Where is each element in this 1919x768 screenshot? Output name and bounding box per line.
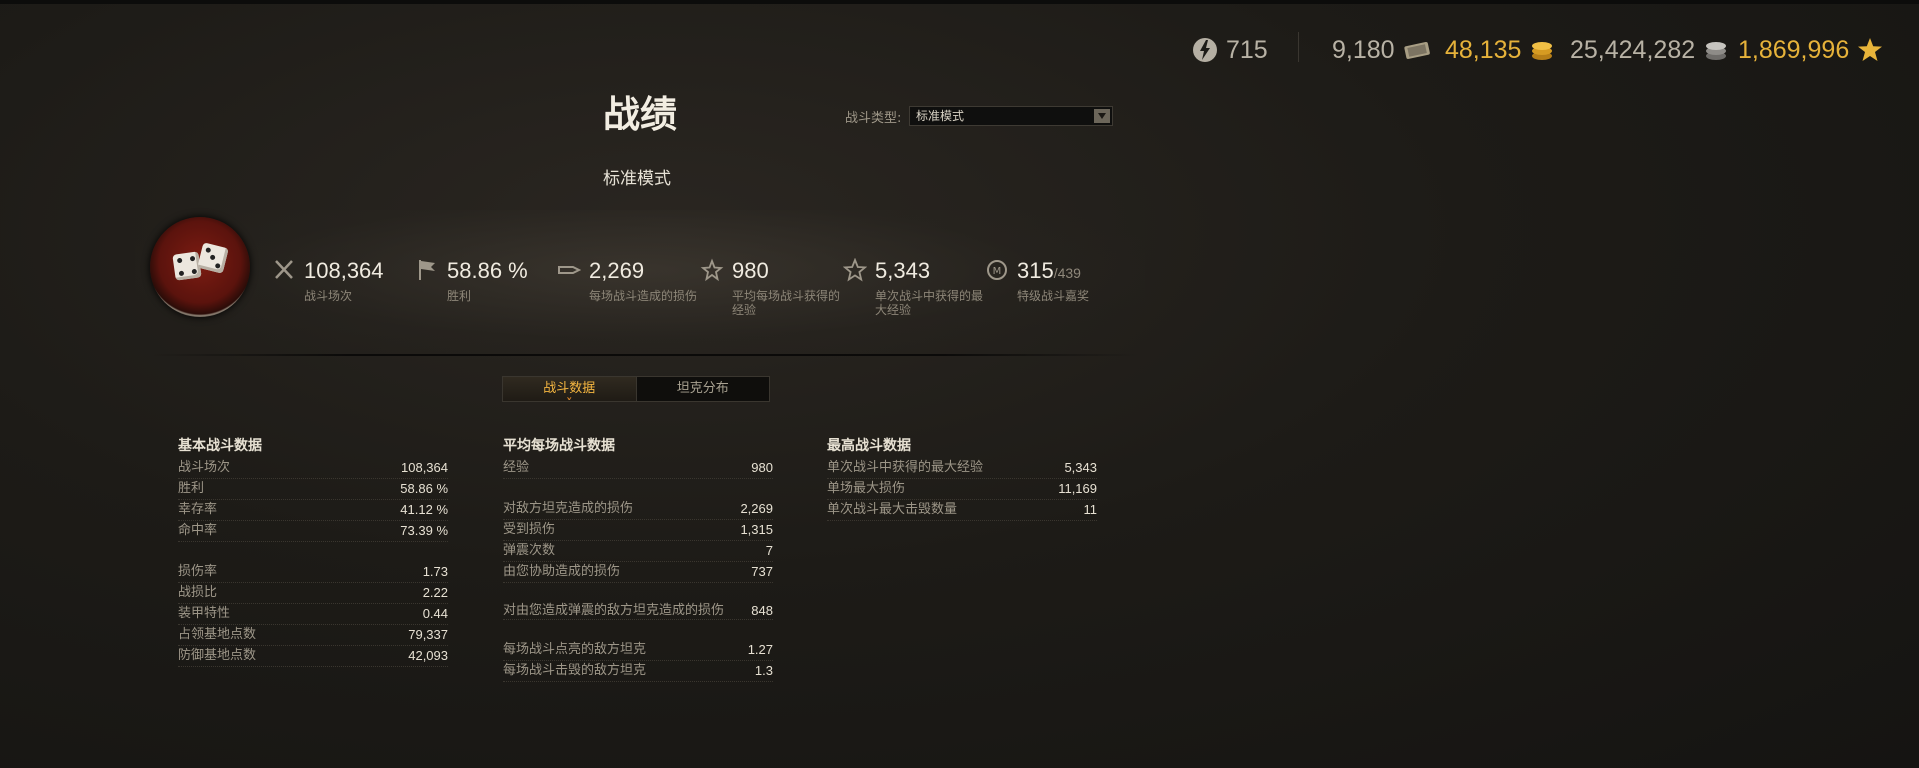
basic-stats-table: 基本战斗数据 战斗场次 108,364 胜利 58.86 % 幸存率 41.12 % … [178,436,448,667]
star-icon [1858,38,1883,61]
table-row: 单次战斗中获得的最大经验 5,343 [827,458,1097,479]
table-row: 胜利 58.86 % [178,479,448,500]
table-row: 占领基地点数 79,337 [178,625,448,646]
stat-label: 特级战斗嘉奖 [1017,289,1090,303]
gold-coins-icon [1532,42,1553,60]
stat-label: 胜利 [447,289,472,303]
table-row: 弹震次数 7 [503,541,773,562]
stat-value: 315/439 [1017,258,1081,283]
bonds-icon [1403,42,1430,59]
stat-label: 每场战斗造成的损伤 [589,289,698,303]
stat-label: 平均每场战斗获得的经验 [732,289,841,317]
table-row: 单场最大损伤 11,169 [827,479,1097,500]
shell-icon [558,266,581,274]
table-row: 单次战斗最大击毁数量 11 [827,500,1097,521]
gold-value: 48,135 [1445,35,1522,64]
section-title: 基本战斗数据 [178,438,262,454]
battle-type-value: 标准模式 [916,109,965,123]
credits-value: 25,424,282 [1570,35,1696,64]
bonds-display: 9,180 [1332,30,1433,70]
stat-value: 58.86 % [447,258,528,283]
free-xp-value: 715 [1226,35,1268,64]
svg-text:M: M [993,266,1002,277]
battle-type-label: 战斗类型: [845,111,902,126]
star-wings-icon [700,258,724,282]
flag-icon [419,260,435,280]
table-row: 对敌方坦克造成的损伤 2,269 [503,499,773,520]
stat-value: 108,364 [304,258,384,283]
table-row: 战斗场次 108,364 [178,458,448,479]
chevron-down-icon[interactable] [1094,109,1110,123]
table-row: 战损比 2.22 [178,583,448,604]
top-border [0,0,1919,4]
average-stats-table: 平均每场战斗数据 经验 980 对敌方坦克造成的损伤 2,269 受到损伤 1,315… [503,436,773,682]
table-row: 每场战斗击毁的敌方坦克 1.3 [503,661,773,682]
table-row: 幸存率 41.12 % [178,500,448,521]
crew-xp-value: 1,869,996 [1738,35,1850,64]
stat-label: 单次战斗中获得的最大经验 [875,289,984,317]
star-outline-icon [843,258,867,282]
table-row: 命中率 73.39 % [178,521,448,542]
table-row: 每场战斗点亮的敌方坦克 1.27 [503,640,773,661]
stat-value: 2,269 [589,258,645,283]
band-divider [150,354,1140,356]
bonds-value: 9,180 [1332,35,1395,64]
mastery-total: /439 [1053,265,1081,281]
currency-divider [1298,32,1299,62]
battle-type-dropdown[interactable]: 标准模式 [909,106,1113,126]
dice-medal-icon [150,217,250,317]
free-xp-icon [1193,38,1217,62]
mode-subtitle: 标准模式 [603,169,671,189]
table-row: 受到损伤 1,315 [503,520,773,541]
free-xp-display: 715 [1192,30,1268,70]
mastery-badge-icon: M [987,260,1007,280]
table-row: 装甲特性 0.44 [178,604,448,625]
credits-coins-icon [1706,42,1727,60]
stat-value: 980 [732,258,769,283]
summary-band [135,210,1145,360]
stat-label: 战斗场次 [304,289,353,303]
page-title: 战绩 [603,93,677,136]
credits-display: 25,424,282 [1570,30,1729,70]
table-row: 对由您造成弹震的敌方坦克造成的损伤 848 [503,583,773,620]
table-row: 由您协助造成的损伤 737 [503,562,773,583]
stat-value: 5,343 [875,258,931,283]
die-icon [197,242,229,274]
table-row: 损伤率 1.73 [178,562,448,583]
table-row: 经验 980 [503,458,773,479]
gold-display: 48,135 [1445,30,1555,70]
section-title: 平均每场战斗数据 [503,438,615,454]
stats-tabs: 战斗数据 坦克分布 [502,376,770,402]
crossed-swords-icon [275,260,293,279]
tab-tank-distribution[interactable]: 坦克分布 [637,377,770,401]
tab-battle-stats[interactable]: 战斗数据 [503,377,637,401]
table-row: 防御基地点数 42,093 [178,646,448,667]
crew-xp-display: 1,869,996 [1738,30,1883,70]
best-stats-table: 最高战斗数据 单次战斗中获得的最大经验 5,343 单场最大损伤 11,169 单次… [827,436,1097,521]
section-title: 最高战斗数据 [827,438,911,454]
